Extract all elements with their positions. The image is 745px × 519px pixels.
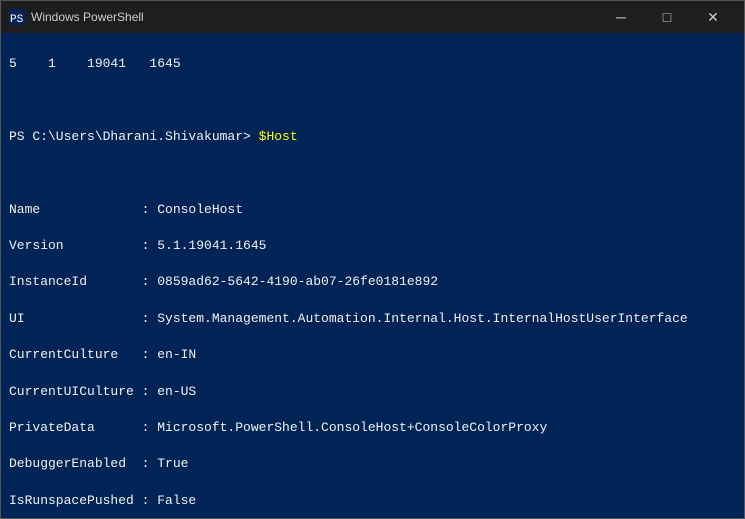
host-debuggerenabled: DebuggerEnabled : True: [9, 455, 736, 473]
host-currentuiculture: CurrentUICulture : en-US: [9, 383, 736, 401]
first-command: $Host: [259, 129, 298, 144]
host-currentculture: CurrentCulture : en-IN: [9, 346, 736, 364]
window-controls: ─ □ ✕: [598, 1, 736, 33]
host-ui: UI : System.Management.Automation.Intern…: [9, 310, 736, 328]
svg-text:PS: PS: [10, 14, 24, 25]
minimize-button[interactable]: ─: [598, 1, 644, 33]
maximize-button[interactable]: □: [644, 1, 690, 33]
powershell-window: PS Windows PowerShell ─ □ ✕ 5 1 19041 16…: [0, 0, 745, 519]
host-isrunspacepushed: IsRunspacePushed : False: [9, 492, 736, 510]
top-version-line: 5 1 19041 1645: [9, 55, 736, 73]
host-version: Version : 5.1.19041.1645: [9, 237, 736, 255]
powershell-icon: PS: [9, 9, 25, 25]
console-output[interactable]: 5 1 19041 1645 PS C:\Users\Dharani.Shiva…: [1, 33, 744, 518]
prompt-1: PS C:\Users\Dharani.Shivakumar>: [9, 129, 259, 144]
close-button[interactable]: ✕: [690, 1, 736, 33]
window-title: Windows PowerShell: [31, 10, 598, 24]
host-privatedata: PrivateData : Microsoft.PowerShell.Conso…: [9, 419, 736, 437]
host-name: Name : ConsoleHost: [9, 201, 736, 219]
blank-line-1: [9, 92, 736, 110]
host-instanceid: InstanceId : 0859ad62-5642-4190-ab07-26f…: [9, 273, 736, 291]
title-bar: PS Windows PowerShell ─ □ ✕: [1, 1, 744, 33]
prompt-line-1: PS C:\Users\Dharani.Shivakumar> $Host: [9, 128, 736, 146]
blank-line-2: [9, 164, 736, 182]
